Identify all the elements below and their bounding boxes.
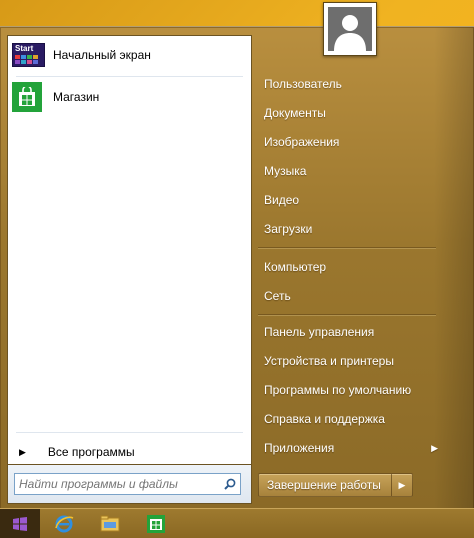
menu-item-label: Видео [264,193,300,207]
menu-item-label: Изображения [264,135,340,149]
pinned-list: Start Начальный экран Магазин [8,36,251,116]
menu-item-devices-printers[interactable]: Устройства и принтеры [258,348,444,374]
menu-item-downloads[interactable]: Загрузки [258,216,444,242]
start-menu-right-pane: Пользователь Документы Изображения Музык… [258,27,468,509]
menu-item-label: Приложения [264,441,335,455]
menu-item-computer[interactable]: Компьютер [258,254,444,280]
menu-item-help-support[interactable]: Справка и поддержка [258,406,444,432]
taskbar-file-explorer[interactable] [88,509,132,538]
menu-item-label: Документы [264,106,326,120]
shutdown-options-button[interactable]: ▶ [390,474,412,496]
menu-item-label: Музыка [264,164,307,178]
menu-item-control-panel[interactable]: Панель управления [258,319,444,345]
menu-item-label: Панель управления [264,325,375,339]
shutdown-label: Завершение работы [267,478,381,492]
store-icon [12,82,42,112]
menu-item-label: Сеть [264,289,291,303]
menu-item-pictures[interactable]: Изображения [258,129,444,155]
triangle-right-icon: ▶ [19,446,26,457]
start-tile-text: Start [15,44,34,53]
shutdown-control: Завершение работы ▶ [258,473,413,497]
pinned-item-label: Начальный экран [53,48,151,62]
pinned-item-store[interactable]: Магазин [8,78,251,116]
search-box[interactable] [14,473,241,495]
all-programs-button[interactable]: ▶ Все программы [8,438,251,466]
menu-item-videos[interactable]: Видео [258,187,444,213]
menu-item-label: Пользователь [264,77,342,91]
start-menu-left-pane: Start Начальный экран Магазин ▶ Все прог… [7,35,252,465]
divider [16,432,243,433]
taskbar-store[interactable] [134,509,178,538]
all-programs-label: Все программы [47,445,135,459]
internet-explorer-icon [55,515,74,532]
windows-start-icon [13,516,27,531]
menu-item-label: Программы по умолчанию [264,383,412,397]
store-icon [147,514,165,533]
menu-item-label: Загрузки [264,222,313,236]
menu-item-default-programs[interactable]: Программы по умолчанию [258,377,444,403]
start-menu: Start Начальный экран Магазин ▶ Все прог… [0,26,474,509]
menu-item-label: Справка и поддержка [264,412,385,426]
menu-item-music[interactable]: Музыка [258,158,444,184]
menu-item-network[interactable]: Сеть [258,283,444,309]
pinned-item-label: Магазин [53,90,100,104]
file-explorer-icon [100,515,120,531]
menu-item-user[interactable]: Пользователь [258,71,444,97]
windows-start-button[interactable] [0,509,40,538]
menu-item-label: Устройства и принтеры [264,354,394,368]
triangle-right-icon: ▶ [398,479,406,490]
user-silhouette-icon [328,7,372,51]
menu-item-documents[interactable]: Документы [258,100,444,126]
divider [258,314,436,315]
triangle-right-icon: ▶ [431,442,438,453]
pinned-item-start-screen[interactable]: Start Начальный экран [8,36,251,74]
menu-item-apps[interactable]: Приложения ▶ [258,435,444,461]
user-avatar[interactable] [323,2,377,56]
start-screen-icon: Start [12,43,45,67]
taskbar-internet-explorer[interactable] [42,509,86,538]
menu-item-label: Компьютер [264,260,327,274]
divider [258,247,436,248]
search-area [7,465,252,504]
search-icon[interactable] [220,478,240,490]
divider [16,76,243,77]
search-input[interactable] [15,474,220,494]
shutdown-button[interactable]: Завершение работы [259,474,391,496]
taskbar [0,508,474,538]
